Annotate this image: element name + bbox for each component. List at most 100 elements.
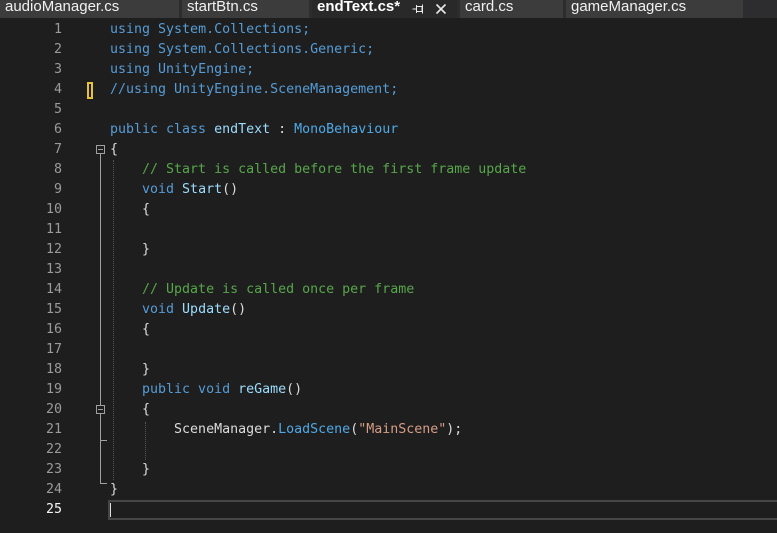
- code-line[interactable]: 11: [0, 220, 777, 240]
- code-token: (): [230, 302, 247, 317]
- code-text[interactable]: //using UnityEngine.SceneManagement;: [110, 80, 398, 100]
- code-token: (: [350, 422, 359, 437]
- code-area[interactable]: 1 using System.Collections; 2 using System.…: [0, 20, 777, 530]
- collapse-icon[interactable]: [96, 405, 105, 414]
- code-token: "MainScene": [358, 422, 447, 437]
- document-tab-strip: audioManager.cs startBtn.cs endText.cs* …: [0, 0, 777, 18]
- code-token: Update: [174, 302, 231, 317]
- code-token: }: [110, 462, 151, 477]
- tab-label: card.cs: [465, 0, 514, 15]
- close-icon[interactable]: [435, 3, 447, 15]
- code-line[interactable]: 4 //using UnityEngine.SceneManagement;: [0, 80, 777, 100]
- code-token: UnityEngine;: [150, 62, 255, 77]
- code-line[interactable]: 21 SceneManager.LoadScene("MainScene");: [0, 420, 777, 440]
- line-number: 1: [53, 22, 62, 37]
- code-line[interactable]: 5: [0, 100, 777, 120]
- code-line[interactable]: 12 }: [0, 240, 777, 260]
- line-number: 17: [45, 342, 62, 357]
- code-token: }: [110, 482, 119, 497]
- line-number: 13: [45, 262, 62, 277]
- code-token: {: [110, 142, 119, 157]
- code-line[interactable]: 14 // Update is called once per frame: [0, 280, 777, 300]
- code-text[interactable]: void Start(): [110, 180, 238, 200]
- code-text[interactable]: using UnityEngine;: [110, 60, 254, 80]
- line-number: 21: [45, 422, 62, 437]
- code-line[interactable]: 23 }: [0, 460, 777, 480]
- code-text[interactable]: void Update(): [110, 300, 246, 320]
- code-text[interactable]: }: [110, 480, 118, 500]
- code-text[interactable]: // Start is called before the first fram…: [110, 160, 526, 180]
- code-token: Start: [174, 182, 223, 197]
- pin-icon[interactable]: [412, 3, 425, 15]
- code-token: using: [110, 42, 151, 57]
- code-token: using: [110, 22, 151, 37]
- code-line[interactable]: 10 {: [0, 200, 777, 220]
- code-token: System.Collections;: [150, 22, 311, 37]
- code-text[interactable]: SceneManager.LoadScene("MainScene");: [110, 420, 462, 440]
- code-line[interactable]: 17: [0, 340, 777, 360]
- code-token: }: [110, 242, 151, 257]
- line-number: 16: [45, 322, 62, 337]
- code-token: {: [110, 202, 151, 217]
- code-lines[interactable]: 1 using System.Collections; 2 using System.…: [0, 20, 777, 520]
- code-line[interactable]: 9 void Start(): [0, 180, 777, 200]
- code-line[interactable]: 20 {: [0, 400, 777, 420]
- code-token: public class: [110, 122, 207, 137]
- code-token: System.Collections.Generic;: [150, 42, 375, 57]
- tab-audiomanager-cs[interactable]: audioManager.cs: [0, 0, 179, 18]
- code-line[interactable]: 16 {: [0, 320, 777, 340]
- current-code-line[interactable]: 25: [0, 500, 777, 520]
- code-text[interactable]: {: [110, 140, 118, 160]
- code-token: (): [286, 382, 303, 397]
- code-token: public void: [110, 382, 231, 397]
- code-text[interactable]: }: [110, 360, 150, 380]
- line-number: 2: [53, 42, 62, 57]
- code-line[interactable]: 2 using System.Collections.Generic;: [0, 40, 777, 60]
- code-token: // Update is called once per frame: [110, 282, 415, 297]
- code-token: }: [110, 362, 151, 377]
- code-text[interactable]: }: [110, 240, 150, 260]
- code-line[interactable]: 19 public void reGame(): [0, 380, 777, 400]
- code-text[interactable]: {: [110, 200, 150, 220]
- code-line[interactable]: 8 // Start is called before the first fr…: [0, 160, 777, 180]
- line-number: 9: [53, 182, 62, 197]
- line-number: 11: [45, 222, 62, 237]
- code-text[interactable]: {: [110, 400, 150, 420]
- tab-label: audioManager.cs: [5, 0, 120, 15]
- code-text[interactable]: using System.Collections;: [110, 20, 310, 40]
- code-token: {: [110, 402, 151, 417]
- code-line[interactable]: 13: [0, 260, 777, 280]
- code-token: endText: [206, 122, 271, 137]
- code-token: LoadScene: [278, 422, 351, 437]
- code-token: // Start is called before the first fram…: [110, 162, 527, 177]
- code-line[interactable]: 3 using UnityEngine;: [0, 60, 777, 80]
- code-text[interactable]: }: [110, 460, 150, 480]
- code-token: SceneManager: [110, 422, 271, 437]
- line-number: 23: [45, 462, 62, 477]
- code-line[interactable]: 18 }: [0, 360, 777, 380]
- line-number: 19: [45, 382, 62, 397]
- code-line[interactable]: 1 using System.Collections;: [0, 20, 777, 40]
- tab-gamemanager-cs[interactable]: gameManager.cs: [566, 0, 743, 18]
- code-text[interactable]: // Update is called once per frame: [110, 280, 414, 300]
- code-line[interactable]: 15 void Update(): [0, 300, 777, 320]
- tab-endtext-cs[interactable]: endText.cs*: [312, 0, 457, 18]
- code-line[interactable]: 24}: [0, 480, 777, 500]
- code-token: );: [446, 422, 463, 437]
- line-number: 10: [45, 202, 62, 217]
- code-text[interactable]: public class endText : MonoBehaviour: [110, 120, 398, 140]
- tab-card-cs[interactable]: card.cs: [460, 0, 563, 18]
- code-line[interactable]: 6 public class endText : MonoBehaviour: [0, 120, 777, 140]
- collapse-icon[interactable]: [96, 145, 105, 154]
- line-number: 12: [45, 242, 62, 257]
- code-token: :: [270, 122, 295, 137]
- line-number: 18: [45, 362, 62, 377]
- code-line[interactable]: 22: [0, 440, 777, 460]
- code-token: void: [110, 182, 175, 197]
- code-text[interactable]: {: [110, 320, 150, 340]
- code-text[interactable]: using System.Collections.Generic;: [110, 40, 374, 60]
- code-text[interactable]: public void reGame(): [110, 380, 302, 400]
- code-editor[interactable]: 1 using System.Collections; 2 using System.…: [0, 18, 777, 533]
- tab-startbtn-cs[interactable]: startBtn.cs: [182, 0, 309, 18]
- code-line[interactable]: 7{: [0, 140, 777, 160]
